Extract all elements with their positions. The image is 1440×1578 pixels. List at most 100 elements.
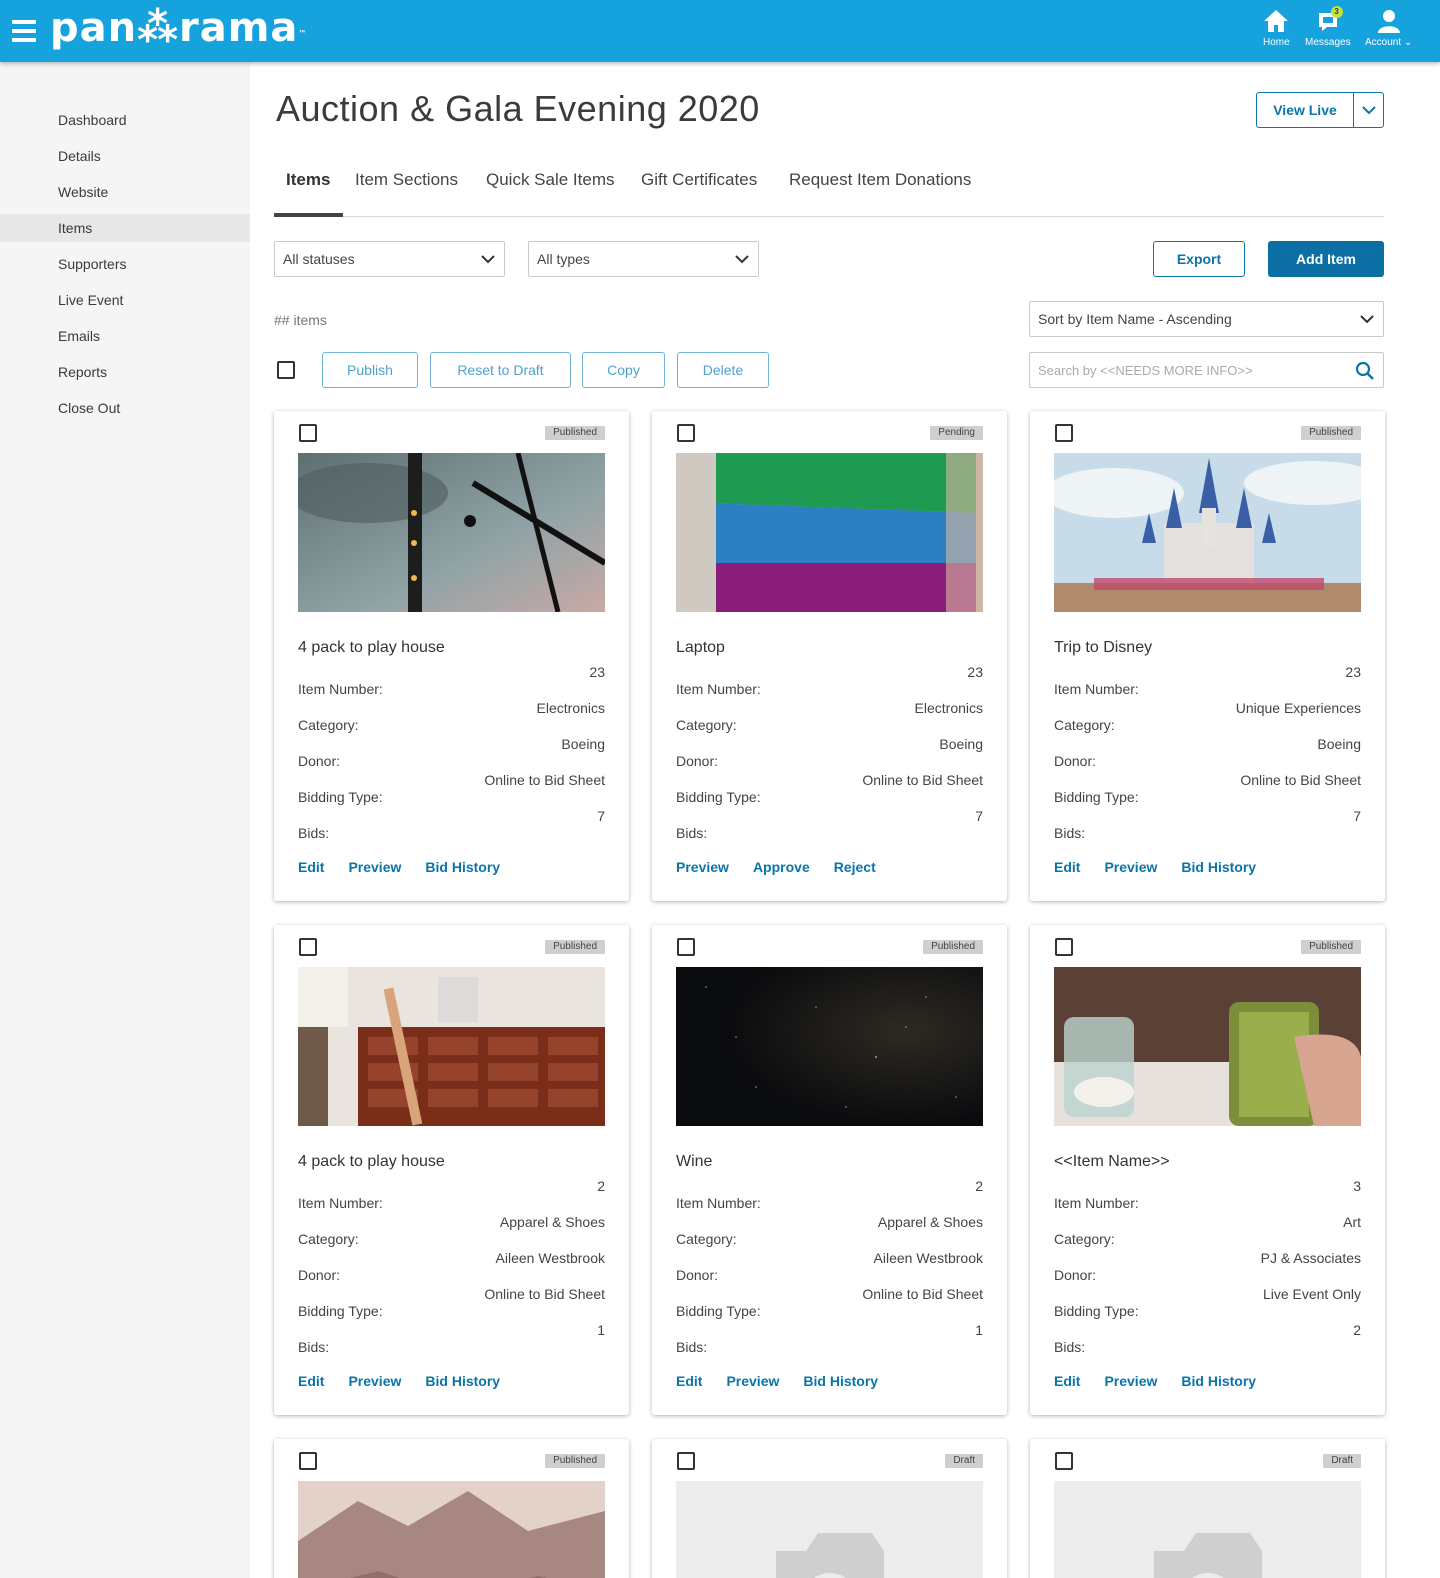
item-photo[interactable]: [298, 1481, 605, 1578]
sidebar-item-emails[interactable]: Emails: [0, 322, 250, 350]
preview-link[interactable]: Preview: [726, 1373, 779, 1389]
publish-button[interactable]: Publish: [322, 352, 418, 388]
home-nav[interactable]: Home: [1263, 8, 1290, 48]
sidebar-item-website[interactable]: Website: [0, 178, 250, 206]
bidding-type-value: Online to Bid Sheet: [484, 772, 605, 788]
copy-button[interactable]: Copy: [582, 352, 665, 388]
tab-request-item-donations[interactable]: Request Item Donations: [789, 170, 971, 190]
export-button[interactable]: Export: [1153, 241, 1245, 277]
search-icon[interactable]: [1355, 361, 1375, 381]
bid-history-link[interactable]: Bid History: [803, 1373, 878, 1389]
item-actions: Edit Preview Bid History: [1054, 859, 1280, 875]
edit-link[interactable]: Edit: [676, 1373, 702, 1389]
item-title[interactable]: 4 pack to play house: [298, 1153, 445, 1171]
bids-value: 1: [597, 1322, 605, 1338]
item-photo[interactable]: [1054, 453, 1361, 612]
item-select-checkbox[interactable]: [1055, 424, 1073, 442]
active-tab-indicator: [274, 213, 343, 217]
view-live-button[interactable]: View Live: [1257, 93, 1353, 127]
donor-label: Donor:: [1054, 1267, 1097, 1283]
item-title[interactable]: Trip to Disney: [1054, 639, 1152, 657]
item-title[interactable]: Laptop: [676, 639, 725, 657]
item-photo[interactable]: [298, 967, 605, 1126]
account-nav[interactable]: Account ⌄: [1365, 8, 1412, 48]
reset-to-draft-button[interactable]: Reset to Draft: [430, 352, 571, 388]
donor-label: Donor:: [676, 1267, 719, 1283]
preview-link[interactable]: Preview: [1104, 1373, 1157, 1389]
sidebar-item-supporters[interactable]: Supporters: [0, 250, 250, 278]
messages-label: Messages: [1305, 37, 1351, 48]
edit-link[interactable]: Edit: [1054, 1373, 1080, 1389]
home-label: Home: [1263, 37, 1290, 48]
select-all-checkbox[interactable]: [277, 361, 295, 379]
sidebar-item-items[interactable]: Items: [0, 214, 250, 242]
preview-link[interactable]: Preview: [676, 859, 729, 875]
item-title[interactable]: 4 pack to play house: [298, 639, 445, 657]
item-select-checkbox[interactable]: [677, 424, 695, 442]
tab-item-sections[interactable]: Item Sections: [355, 170, 458, 190]
item-photo[interactable]: [676, 453, 983, 612]
sidebar-item-reports[interactable]: Reports: [0, 358, 250, 386]
edit-link[interactable]: Edit: [298, 1373, 324, 1389]
item-select-checkbox[interactable]: [1055, 1452, 1073, 1470]
item-number-value: 23: [589, 664, 605, 680]
bidding-type-label: Bidding Type:: [1054, 1303, 1139, 1319]
bid-history-link[interactable]: Bid History: [1181, 1373, 1256, 1389]
status-filter-select[interactable]: All statuses: [274, 241, 505, 277]
tab-items[interactable]: Items: [286, 170, 330, 190]
item-select-checkbox[interactable]: [677, 1452, 695, 1470]
edit-link[interactable]: Edit: [298, 859, 324, 875]
item-select-checkbox[interactable]: [299, 1452, 317, 1470]
sidebar-item-close-out[interactable]: Close Out: [0, 394, 250, 422]
item-title[interactable]: Wine: [676, 1153, 712, 1171]
menu-icon[interactable]: [12, 20, 36, 42]
item-number-label: Item Number:: [676, 1195, 761, 1211]
item-select-checkbox[interactable]: [299, 938, 317, 956]
tab-gift-certificates[interactable]: Gift Certificates: [641, 170, 757, 190]
view-live-dropdown[interactable]: [1353, 93, 1383, 127]
item-number-value: 23: [967, 664, 983, 680]
item-select-checkbox[interactable]: [677, 938, 695, 956]
sidebar-item-dashboard[interactable]: Dashboard: [0, 106, 250, 134]
bidding-type-value: Live Event Only: [1262, 1286, 1361, 1302]
search-input[interactable]: [1030, 353, 1350, 387]
chevron-down-icon: [735, 255, 749, 264]
item-title[interactable]: <<Item Name>>: [1054, 1153, 1170, 1171]
item-card: Published Wine 2 Item Number: Apparel & Sho…: [652, 925, 1007, 1415]
bid-history-link[interactable]: Bid History: [1181, 859, 1256, 875]
bids-label: Bids:: [298, 1339, 330, 1355]
tab-quick-sale-items[interactable]: Quick Sale Items: [486, 170, 615, 190]
panorama-logo[interactable]: pan⁂rama™: [50, 6, 307, 50]
sidebar-item-details[interactable]: Details: [0, 142, 250, 170]
donor-label: Donor:: [1054, 753, 1097, 769]
item-number-label: Item Number:: [1054, 1195, 1139, 1211]
approve-link[interactable]: Approve: [753, 859, 810, 875]
camera-placeholder-icon[interactable]: [676, 1481, 983, 1578]
preview-link[interactable]: Preview: [348, 1373, 401, 1389]
item-photo[interactable]: [1054, 967, 1361, 1126]
sort-select[interactable]: Sort by Item Name - Ascending: [1029, 301, 1384, 337]
reject-link[interactable]: Reject: [834, 859, 876, 875]
item-tabs: Items Item Sections Quick Sale Items Gif…: [274, 160, 1384, 217]
item-select-checkbox[interactable]: [299, 424, 317, 442]
item-actions: Edit Preview Bid History: [676, 1373, 902, 1389]
messages-nav[interactable]: 3 Messages: [1305, 6, 1351, 48]
item-search: [1029, 352, 1384, 388]
bid-history-link[interactable]: Bid History: [425, 1373, 500, 1389]
item-photo[interactable]: [676, 967, 983, 1126]
item-select-checkbox[interactable]: [1055, 938, 1073, 956]
add-item-button[interactable]: Add Item: [1268, 241, 1384, 277]
category-value: Electronics: [914, 700, 983, 716]
bid-history-link[interactable]: Bid History: [425, 859, 500, 875]
category-label: Category:: [298, 717, 359, 733]
item-photo[interactable]: [298, 453, 605, 612]
type-filter-select[interactable]: All types: [528, 241, 759, 277]
account-label: Account ⌄: [1365, 37, 1413, 48]
edit-link[interactable]: Edit: [1054, 859, 1080, 875]
sidebar-item-live-event[interactable]: Live Event: [0, 286, 250, 314]
bidding-type-value: Online to Bid Sheet: [484, 1286, 605, 1302]
delete-button[interactable]: Delete: [677, 352, 769, 388]
preview-link[interactable]: Preview: [348, 859, 401, 875]
camera-placeholder-icon[interactable]: [1054, 1481, 1361, 1578]
preview-link[interactable]: Preview: [1104, 859, 1157, 875]
